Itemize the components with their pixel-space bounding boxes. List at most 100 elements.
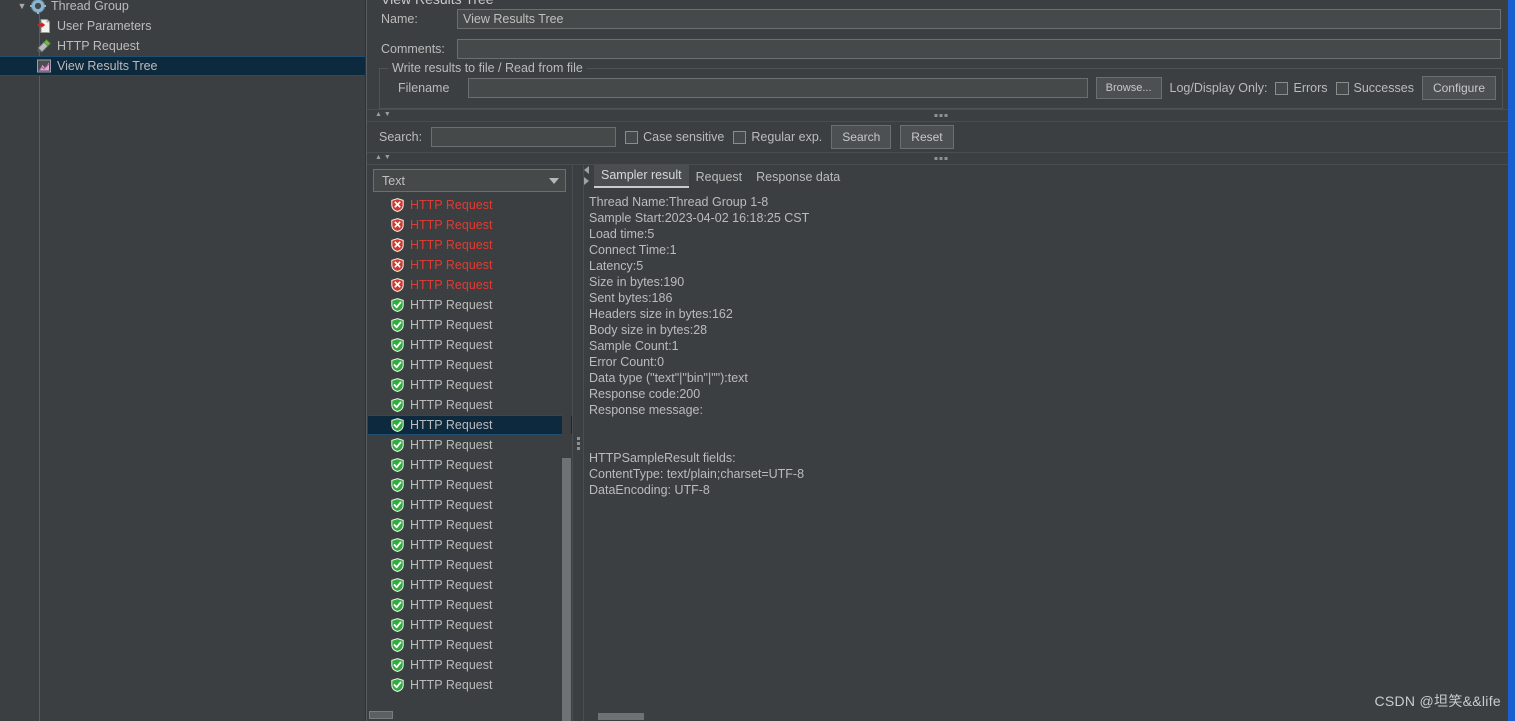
sample-result-label: HTTP Request [410, 438, 493, 452]
results-split-grip-dots [934, 157, 948, 160]
tree-item-thread-group[interactable]: ▼ Thread Group [0, 0, 365, 16]
tab-response-data[interactable]: Response data [749, 167, 847, 188]
search-row: Search: Case sensitive Regular exp. Sear… [367, 122, 1515, 152]
success-shield-icon [391, 298, 404, 313]
error-shield-icon [391, 198, 404, 213]
results-area: Text HTTP Request HTTP Request HTTP Requ… [367, 165, 1515, 721]
tree-item-http-request[interactable]: HTTP Request [0, 36, 365, 56]
sample-result-label: HTTP Request [410, 498, 493, 512]
sample-result-label: HTTP Request [410, 238, 493, 252]
success-shield-icon [391, 658, 404, 673]
sample-result-label: HTTP Request [410, 258, 493, 272]
search-button[interactable]: Search [831, 125, 892, 149]
results-list-hscrollbar[interactable] [367, 709, 562, 721]
results-list-scrollbar-thumb[interactable] [562, 458, 571, 721]
sample-result-row[interactable]: HTTP Request [368, 195, 572, 215]
sample-result-label: HTTP Request [410, 538, 493, 552]
regular-exp-checkbox[interactable]: Regular exp. [733, 130, 822, 144]
success-shield-icon [391, 578, 404, 593]
sample-result-row[interactable]: HTTP Request [368, 415, 572, 435]
sample-result-row[interactable]: HTTP Request [368, 215, 572, 235]
view-results-tree-icon [36, 58, 52, 74]
sample-result-row[interactable]: HTTP Request [368, 395, 572, 415]
tab-scroll-arrows[interactable] [584, 166, 589, 185]
configure-button[interactable]: Configure [1421, 76, 1496, 100]
sample-result-row[interactable]: HTTP Request [368, 475, 572, 495]
result-detail-pane: Sampler result Request Response data Threa… [584, 165, 1515, 721]
sample-result-row[interactable]: HTTP Request [368, 315, 572, 335]
sample-result-row[interactable]: HTTP Request [368, 515, 572, 535]
search-split-divider[interactable]: ▲▼ [367, 109, 1515, 122]
tab-request[interactable]: Request [689, 167, 750, 188]
successes-checkbox[interactable]: Successes [1335, 81, 1414, 95]
sample-result-row[interactable]: HTTP Request [368, 595, 572, 615]
error-shield-icon [391, 258, 404, 273]
sample-result-label: HTTP Request [410, 578, 493, 592]
errors-checkbox-box[interactable] [1275, 81, 1289, 95]
sample-result-label: HTTP Request [410, 518, 493, 532]
tree-item-user-parameters[interactable]: User Parameters [0, 16, 365, 36]
sample-result-row[interactable]: HTTP Request [368, 675, 572, 695]
sample-result-row[interactable]: HTTP Request [368, 235, 572, 255]
tree-expand-toggle-icon[interactable]: ▼ [14, 1, 30, 11]
sample-result-row[interactable]: HTTP Request [368, 495, 572, 515]
successes-checkbox-label: Successes [1353, 81, 1414, 95]
successes-checkbox-box[interactable] [1335, 81, 1349, 95]
test-plan-tree[interactable]: ▼ Thread Group User Parameters HTTP Requ… [0, 0, 366, 721]
sample-result-label: HTTP Request [410, 198, 493, 212]
sample-result-row[interactable]: HTTP Request [368, 275, 572, 295]
success-shield-icon [391, 398, 404, 413]
tree-item-view-results-tree[interactable]: View Results Tree [0, 56, 365, 76]
sample-result-row[interactable]: HTTP Request [368, 455, 572, 475]
sample-result-row[interactable]: HTTP Request [368, 355, 572, 375]
sample-result-label: HTTP Request [410, 658, 493, 672]
regular-exp-checkbox-box[interactable] [733, 130, 747, 144]
tab-scroll-right-icon[interactable] [584, 177, 589, 185]
tab-sampler-result[interactable]: Sampler result [594, 165, 689, 188]
sample-result-label: HTTP Request [410, 318, 493, 332]
success-shield-icon [391, 678, 404, 693]
sample-result-row[interactable]: HTTP Request [368, 615, 572, 635]
detail-hscrollbar-thumb[interactable] [598, 713, 644, 720]
sample-result-label: HTTP Request [410, 218, 493, 232]
errors-checkbox[interactable]: Errors [1275, 81, 1328, 95]
tab-scroll-left-icon[interactable] [584, 166, 589, 174]
chevron-down-icon[interactable] [549, 177, 559, 184]
search-input[interactable] [431, 127, 617, 147]
results-split-collapse-arrows[interactable]: ▲▼ [375, 153, 393, 163]
split-collapse-arrows[interactable]: ▲▼ [375, 110, 393, 120]
results-list-scrollbar[interactable] [562, 195, 571, 721]
results-vertical-divider[interactable] [572, 165, 584, 721]
sample-result-row[interactable]: HTTP Request [368, 335, 572, 355]
renderer-select-value: Text [382, 173, 405, 188]
case-sensitive-checkbox-box[interactable] [625, 130, 639, 144]
filename-input[interactable] [468, 78, 1088, 98]
name-input[interactable] [457, 9, 1501, 29]
case-sensitive-checkbox[interactable]: Case sensitive [625, 130, 724, 144]
results-list-hscrollbar-thumb[interactable] [369, 711, 393, 719]
comments-input[interactable] [457, 39, 1501, 59]
sample-result-label: HTTP Request [410, 398, 493, 412]
sample-result-row[interactable]: HTTP Request [368, 435, 572, 455]
success-shield-icon [391, 518, 404, 533]
reset-button[interactable]: Reset [900, 125, 954, 149]
sample-result-row[interactable]: HTTP Request [368, 375, 572, 395]
sample-result-row[interactable]: HTTP Request [368, 555, 572, 575]
detail-hscrollbar[interactable] [584, 711, 1515, 721]
sample-result-row[interactable]: HTTP Request [368, 575, 572, 595]
sample-result-row[interactable]: HTTP Request [368, 655, 572, 675]
renderer-select[interactable]: Text [373, 169, 566, 192]
sample-result-row[interactable]: HTTP Request [368, 295, 572, 315]
sample-result-label: HTTP Request [410, 298, 493, 312]
error-shield-icon [391, 238, 404, 253]
sample-result-label: HTTP Request [410, 338, 493, 352]
sample-result-list[interactable]: HTTP Request HTTP Request HTTP Request H… [367, 195, 572, 721]
browse-button[interactable]: Browse... [1095, 77, 1162, 99]
success-shield-icon [391, 498, 404, 513]
write-results-title: Write results to file / Read from file [388, 61, 587, 75]
sample-result-row[interactable]: HTTP Request [368, 535, 572, 555]
sample-result-row[interactable]: HTTP Request [368, 255, 572, 275]
sample-result-row[interactable]: HTTP Request [368, 635, 572, 655]
results-split-divider[interactable]: ▲▼ [367, 152, 1515, 165]
tree-item-label: Thread Group [51, 0, 129, 13]
